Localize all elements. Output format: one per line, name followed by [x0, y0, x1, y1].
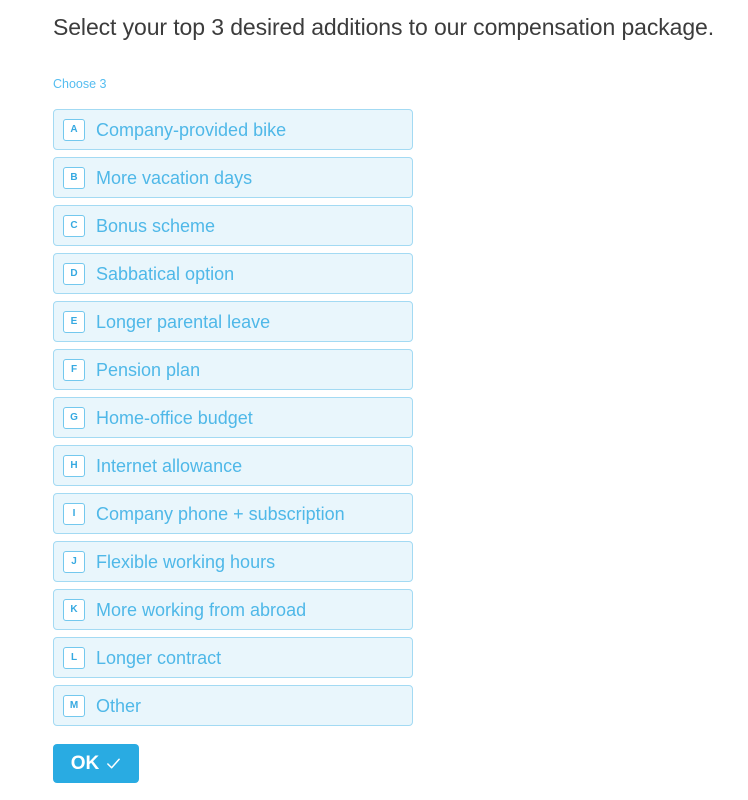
option-row[interactable]: C Bonus scheme: [53, 205, 413, 246]
option-row[interactable]: F Pension plan: [53, 349, 413, 390]
option-row[interactable]: K More working from abroad: [53, 589, 413, 630]
option-key-badge: J: [63, 550, 85, 573]
option-label: Home-office budget: [96, 407, 253, 428]
option-label: Longer contract: [96, 647, 222, 668]
option-key-badge: K: [63, 598, 85, 621]
option-label: More working from abroad: [96, 599, 307, 620]
option-label: More vacation days: [96, 167, 253, 188]
option-row[interactable]: M Other: [53, 685, 413, 726]
option-key-badge: L: [63, 646, 85, 669]
option-label: Other: [96, 695, 142, 716]
option-label: Internet allowance: [96, 455, 243, 476]
option-row[interactable]: J Flexible working hours: [53, 541, 413, 582]
option-label: Company phone + subscription: [96, 503, 345, 524]
page-title: Select your top 3 desired additions to o…: [53, 14, 715, 40]
option-label: Bonus scheme: [96, 215, 216, 236]
option-key-badge: A: [63, 118, 85, 141]
option-row[interactable]: G Home-office budget: [53, 397, 413, 438]
option-key-badge: B: [63, 166, 85, 189]
ok-button[interactable]: OK: [53, 744, 139, 783]
option-row[interactable]: A Company-provided bike: [53, 109, 413, 150]
option-row[interactable]: I Company phone + subscription: [53, 493, 413, 534]
option-key-badge: D: [63, 262, 85, 285]
survey-page: Select your top 3 desired additions to o…: [0, 0, 748, 800]
option-key-badge: E: [63, 310, 85, 333]
option-row[interactable]: H Internet allowance: [53, 445, 413, 486]
option-label: Company-provided bike: [96, 119, 287, 140]
choose-hint: Choose 3: [53, 77, 107, 91]
option-key-badge: M: [63, 694, 85, 717]
option-key-badge: I: [63, 502, 85, 525]
option-row[interactable]: E Longer parental leave: [53, 301, 413, 342]
option-label: Sabbatical option: [96, 263, 235, 284]
option-label: Longer parental leave: [96, 311, 271, 332]
option-row[interactable]: L Longer contract: [53, 637, 413, 678]
option-key-badge: H: [63, 454, 85, 477]
option-label: Flexible working hours: [96, 551, 276, 572]
option-key-badge: F: [63, 358, 85, 381]
option-label: Pension plan: [96, 359, 201, 380]
check-icon: [106, 756, 121, 771]
option-key-badge: C: [63, 214, 85, 237]
option-list: A Company-provided bike B More vacation day…: [53, 109, 413, 733]
option-row[interactable]: D Sabbatical option: [53, 253, 413, 294]
ok-button-label: OK: [70, 753, 100, 774]
option-key-badge: G: [63, 406, 85, 429]
option-row[interactable]: B More vacation days: [53, 157, 413, 198]
